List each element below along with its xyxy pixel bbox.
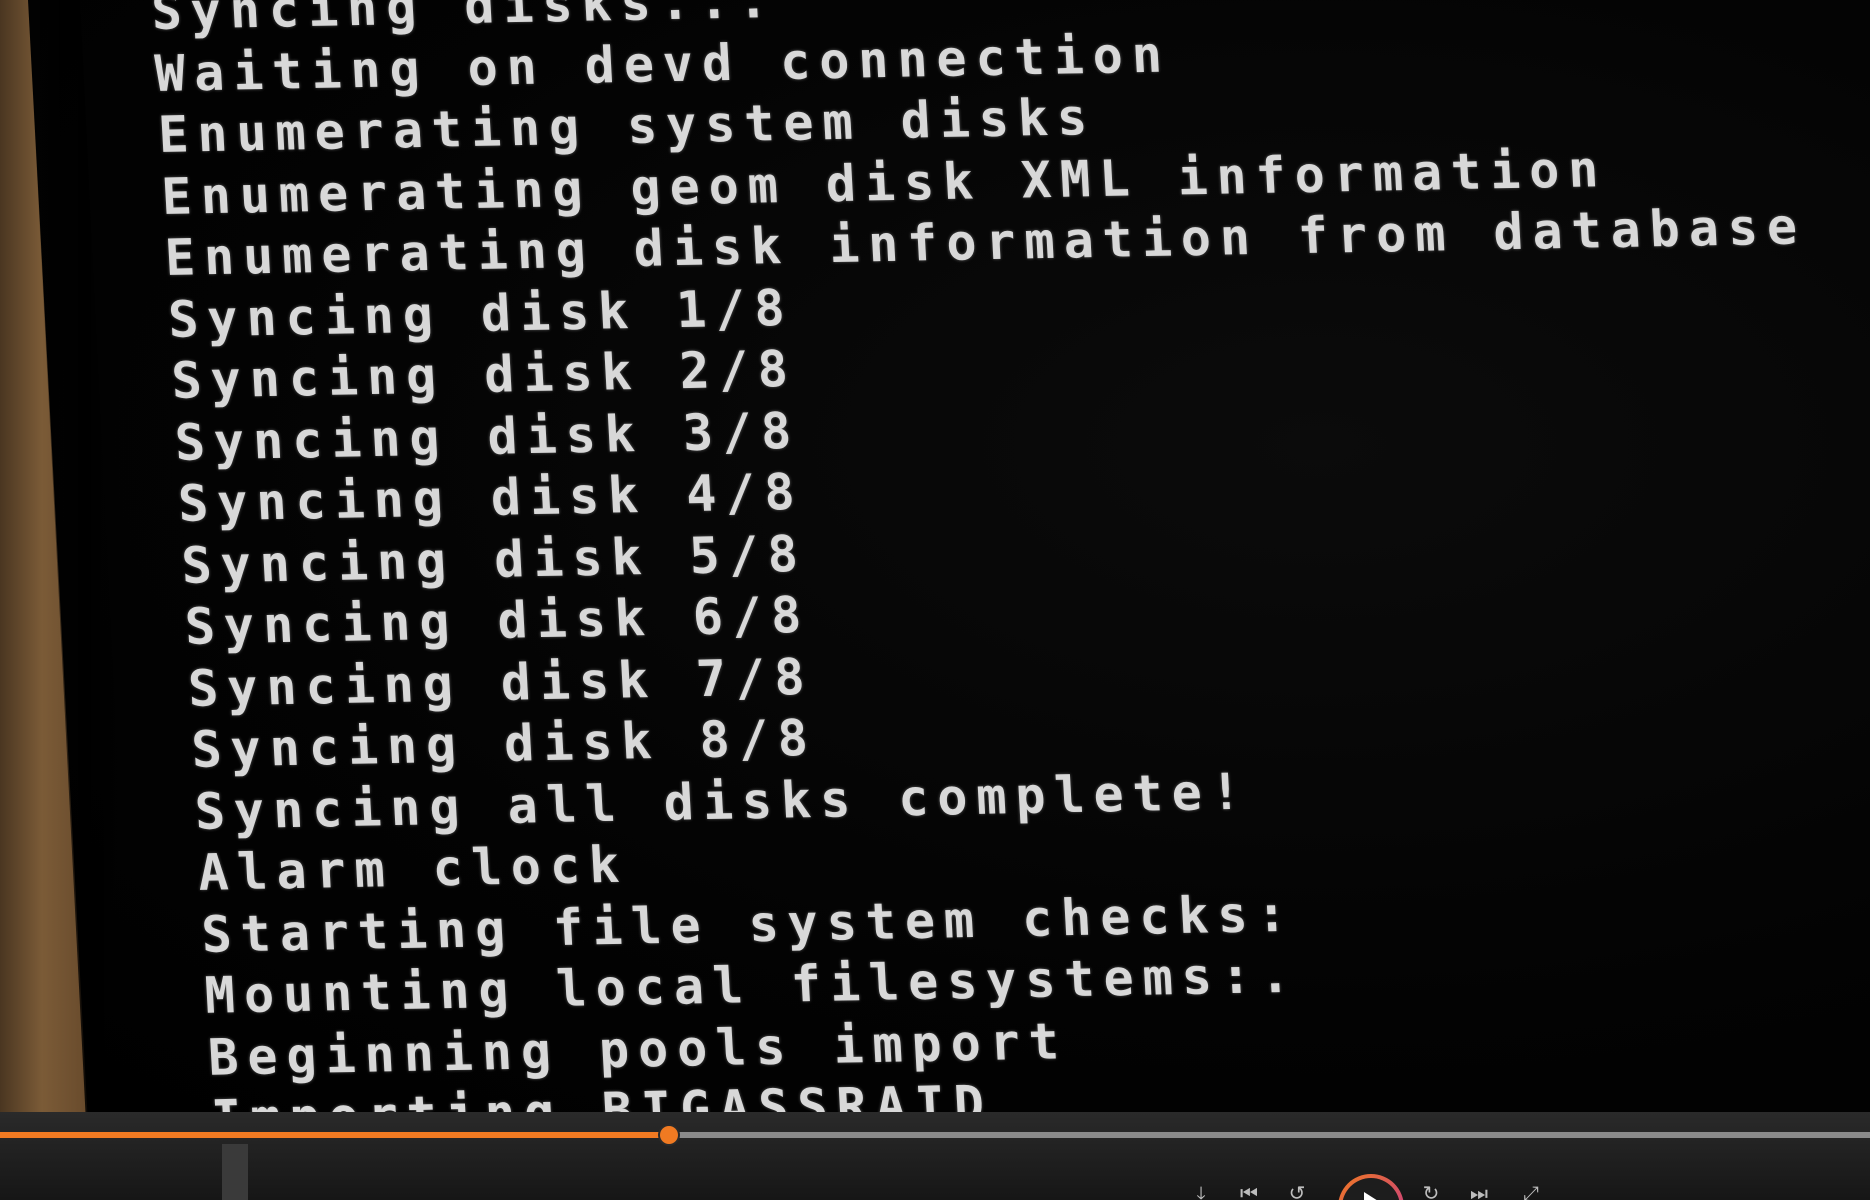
- fullscreen-icon[interactable]: ⤢: [1520, 1182, 1542, 1200]
- crt-screen: Syncing disks... Waiting on devd connect…: [40, 0, 1870, 1112]
- forward-icon[interactable]: ↻: [1420, 1182, 1442, 1200]
- bezel-reflection: [222, 1144, 248, 1200]
- skip-back-icon[interactable]: ⤓: [1190, 1182, 1212, 1200]
- previous-icon[interactable]: ⏮: [1238, 1182, 1260, 1200]
- next-icon[interactable]: ⏭: [1468, 1182, 1490, 1200]
- rewind-icon[interactable]: ↺: [1286, 1182, 1308, 1200]
- progress-bar[interactable]: [0, 1126, 1870, 1144]
- boot-console: Syncing disks... Waiting on devd connect…: [150, 0, 1854, 1112]
- video-frame: Syncing disks... Waiting on devd connect…: [0, 0, 1870, 1200]
- progress-thumb[interactable]: [660, 1126, 679, 1144]
- play-icon: [1364, 1192, 1386, 1200]
- play-button[interactable]: [1338, 1174, 1404, 1200]
- playback-controls: ⤓ ⏮ ↺ ↻ ⏭ ⤢: [1180, 1174, 1580, 1200]
- progress-fill: [0, 1132, 670, 1138]
- video-player-controls: ⤓ ⏮ ↺ ↻ ⏭ ⤢: [0, 1112, 1870, 1200]
